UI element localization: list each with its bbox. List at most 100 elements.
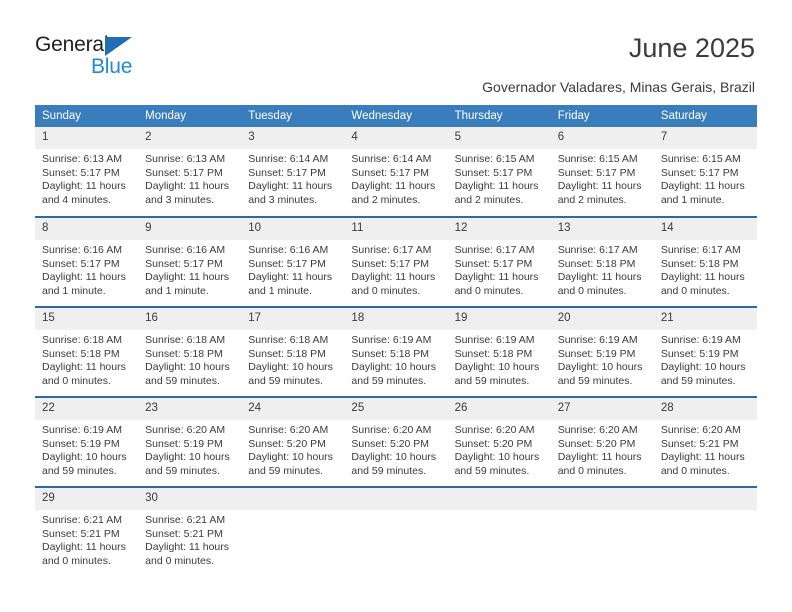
sunset-text: Sunset: 5:18 PM: [660, 257, 739, 270]
day-number: 16: [138, 308, 242, 330]
calendar-day-cell[interactable]: 19 Sunrise: 6:19 AM Sunset: 5:18 PM Dayl…: [447, 306, 551, 397]
day-info: Sunrise: 6:19 AM Sunset: 5:19 PM Dayligh…: [35, 420, 138, 478]
calendar-day-cell[interactable]: 30 Sunrise: 6:21 AM Sunset: 5:21 PM Dayl…: [138, 486, 242, 577]
calendar-day-cell[interactable]: 17 Sunrise: 6:18 AM Sunset: 5:18 PM Dayl…: [241, 306, 345, 397]
calendar-day-cell[interactable]: 10 Sunrise: 6:16 AM Sunset: 5:17 PM Dayl…: [241, 216, 345, 307]
day-number: 26: [447, 398, 551, 420]
page-subtitle: Governador Valadares, Minas Gerais, Braz…: [482, 79, 755, 95]
calendar-day-cell[interactable]: 29 Sunrise: 6:21 AM Sunset: 5:21 PM Dayl…: [35, 486, 139, 577]
calendar-day-cell[interactable]: 3 Sunrise: 6:14 AM Sunset: 5:17 PM Dayli…: [241, 127, 345, 217]
calendar-day-cell[interactable]: 2 Sunrise: 6:13 AM Sunset: 5:17 PM Dayli…: [138, 127, 242, 217]
calendar-day-cell[interactable]: 27 Sunrise: 6:20 AM Sunset: 5:20 PM Dayl…: [550, 396, 654, 487]
calendar-week-row: 8 Sunrise: 6:16 AM Sunset: 5:17 PM Dayli…: [35, 216, 757, 307]
calendar-day-cell[interactable]: 13 Sunrise: 6:17 AM Sunset: 5:18 PM Dayl…: [550, 216, 654, 307]
day-number: 14: [653, 218, 757, 240]
sunset-text: Sunset: 5:20 PM: [248, 437, 326, 450]
calendar-day-cell[interactable]: 5 Sunrise: 6:15 AM Sunset: 5:17 PM Dayli…: [447, 127, 551, 217]
triangle-icon: [105, 37, 132, 56]
calendar-day-cell[interactable]: 20 Sunrise: 6:19 AM Sunset: 5:19 PM Dayl…: [550, 306, 654, 397]
day-number: 9: [138, 218, 242, 240]
day-info: Sunrise: 6:13 AM Sunset: 5:17 PM Dayligh…: [35, 149, 138, 207]
sunset-text: Sunset: 5:17 PM: [454, 166, 533, 179]
calendar-day-cell[interactable]: 22 Sunrise: 6:19 AM Sunset: 5:19 PM Dayl…: [35, 396, 139, 487]
day-info: Sunrise: 6:20 AM Sunset: 5:20 PM Dayligh…: [448, 420, 551, 478]
calendar-day-cell-empty: [447, 486, 551, 577]
sunrise-text: Sunrise: 6:19 AM: [454, 334, 535, 346]
calendar-day-cell[interactable]: 25 Sunrise: 6:20 AM Sunset: 5:20 PM Dayl…: [344, 396, 448, 487]
sunrise-text: Sunrise: 6:20 AM: [145, 424, 226, 436]
page-header: General Blue June 2025 Governador Valada…: [0, 0, 792, 100]
daylight-text: Daylight: 10 hours and 59 minutes.: [557, 361, 643, 387]
calendar-day-cell[interactable]: 12 Sunrise: 6:17 AM Sunset: 5:17 PM Dayl…: [447, 216, 551, 307]
daylight-text: Daylight: 10 hours and 59 minutes.: [454, 451, 540, 477]
sunrise-text: Sunrise: 6:13 AM: [42, 153, 122, 165]
sunrise-text: Sunrise: 6:17 AM: [557, 244, 638, 256]
day-info: Sunrise: 6:20 AM Sunset: 5:20 PM Dayligh…: [551, 420, 654, 478]
daylight-text: Daylight: 11 hours and 2 minutes.: [557, 180, 642, 206]
sunset-text: Sunset: 5:20 PM: [351, 437, 430, 450]
daylight-text: Daylight: 11 hours and 0 minutes.: [557, 451, 642, 477]
calendar-day-cell[interactable]: 8 Sunrise: 6:16 AM Sunset: 5:17 PM Dayli…: [35, 216, 139, 307]
day-info: Sunrise: 6:19 AM Sunset: 5:18 PM Dayligh…: [448, 330, 551, 388]
sunrise-text: Sunrise: 6:15 AM: [660, 153, 741, 165]
calendar-day-cell[interactable]: 6 Sunrise: 6:15 AM Sunset: 5:17 PM Dayli…: [550, 127, 654, 217]
day-number: 4: [344, 127, 448, 149]
calendar-day-cell[interactable]: 28 Sunrise: 6:20 AM Sunset: 5:21 PM Dayl…: [653, 396, 757, 487]
day-number: 21: [653, 308, 757, 330]
day-info: Sunrise: 6:15 AM Sunset: 5:17 PM Dayligh…: [551, 149, 654, 207]
general-blue-logo[interactable]: General Blue: [35, 33, 165, 83]
sunrise-text: Sunrise: 6:14 AM: [248, 153, 329, 165]
calendar-day-cell[interactable]: 7 Sunrise: 6:15 AM Sunset: 5:17 PM Dayli…: [653, 127, 757, 217]
sunset-text: Sunset: 5:20 PM: [454, 437, 533, 450]
calendar-day-cell[interactable]: 15 Sunrise: 6:18 AM Sunset: 5:18 PM Dayl…: [35, 306, 139, 397]
daylight-text: Daylight: 11 hours and 2 minutes.: [454, 180, 539, 206]
day-number: 15: [35, 308, 139, 330]
weekday-header-thursday: Thursday: [447, 105, 551, 127]
day-number: 29: [35, 488, 139, 510]
calendar-day-cell[interactable]: 1 Sunrise: 6:13 AM Sunset: 5:17 PM Dayli…: [35, 127, 139, 217]
calendar-day-cell[interactable]: 4 Sunrise: 6:14 AM Sunset: 5:17 PM Dayli…: [344, 127, 448, 217]
daylight-text: Daylight: 11 hours and 0 minutes.: [660, 271, 745, 297]
day-number: 23: [138, 398, 242, 420]
day-number: [653, 488, 757, 510]
calendar-day-cell[interactable]: 18 Sunrise: 6:19 AM Sunset: 5:18 PM Dayl…: [344, 306, 448, 397]
daylight-text: Daylight: 10 hours and 59 minutes.: [454, 361, 540, 387]
calendar-day-cell[interactable]: 26 Sunrise: 6:20 AM Sunset: 5:20 PM Dayl…: [447, 396, 551, 487]
page-title: June 2025: [628, 33, 755, 63]
calendar-day-cell[interactable]: 9 Sunrise: 6:16 AM Sunset: 5:17 PM Dayli…: [138, 216, 242, 307]
sunrise-text: Sunrise: 6:20 AM: [454, 424, 535, 436]
day-number: 30: [138, 488, 242, 510]
sunset-text: Sunset: 5:21 PM: [660, 437, 739, 450]
daylight-text: Daylight: 11 hours and 1 minute.: [660, 180, 745, 206]
calendar-day-cell[interactable]: 24 Sunrise: 6:20 AM Sunset: 5:20 PM Dayl…: [241, 396, 345, 487]
sunrise-text: Sunrise: 6:16 AM: [42, 244, 122, 256]
day-info: Sunrise: 6:21 AM Sunset: 5:21 PM Dayligh…: [35, 510, 138, 568]
sunset-text: Sunset: 5:17 PM: [454, 257, 533, 270]
sunset-text: Sunset: 5:18 PM: [454, 347, 533, 360]
sunset-text: Sunset: 5:17 PM: [145, 257, 223, 270]
day-info: Sunrise: 6:20 AM Sunset: 5:21 PM Dayligh…: [654, 420, 757, 478]
calendar-day-cell[interactable]: 16 Sunrise: 6:18 AM Sunset: 5:18 PM Dayl…: [138, 306, 242, 397]
day-number: [241, 488, 345, 510]
day-info: Sunrise: 6:18 AM Sunset: 5:18 PM Dayligh…: [35, 330, 138, 388]
day-number: 17: [241, 308, 345, 330]
sunset-text: Sunset: 5:21 PM: [145, 527, 223, 540]
day-info: Sunrise: 6:17 AM Sunset: 5:18 PM Dayligh…: [654, 240, 757, 298]
weekday-header-monday: Monday: [138, 105, 242, 127]
calendar-day-cell[interactable]: 11 Sunrise: 6:17 AM Sunset: 5:17 PM Dayl…: [344, 216, 448, 307]
daylight-text: Daylight: 11 hours and 4 minutes.: [42, 180, 126, 206]
day-number: 20: [550, 308, 654, 330]
calendar-day-cell[interactable]: 14 Sunrise: 6:17 AM Sunset: 5:18 PM Dayl…: [653, 216, 757, 307]
calendar-day-cell[interactable]: 21 Sunrise: 6:19 AM Sunset: 5:19 PM Dayl…: [653, 306, 757, 397]
daylight-text: Daylight: 10 hours and 59 minutes.: [248, 361, 333, 387]
sunset-text: Sunset: 5:18 PM: [351, 347, 430, 360]
day-info: Sunrise: 6:17 AM Sunset: 5:17 PM Dayligh…: [344, 240, 447, 298]
sunrise-text: Sunrise: 6:20 AM: [557, 424, 638, 436]
day-number: [447, 488, 551, 510]
day-number: 28: [653, 398, 757, 420]
calendar-table: Sunday Monday Tuesday Wednesday Thursday…: [35, 105, 757, 577]
daylight-text: Daylight: 11 hours and 1 minute.: [145, 271, 229, 297]
calendar-day-cell[interactable]: 23 Sunrise: 6:20 AM Sunset: 5:19 PM Dayl…: [138, 396, 242, 487]
sunrise-text: Sunrise: 6:16 AM: [145, 244, 226, 256]
day-number: 10: [241, 218, 345, 240]
